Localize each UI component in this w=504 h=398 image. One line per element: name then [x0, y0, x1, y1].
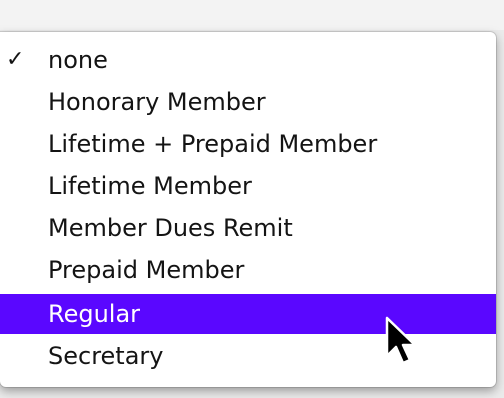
menu-item-regular[interactable]: Regular: [0, 294, 496, 334]
checkmark-icon: ✓: [6, 47, 25, 72]
popup-menu: ✓ none Honorary Member Lifetime + Prepai…: [0, 32, 496, 387]
menu-item-label: Honorary Member: [48, 88, 266, 116]
menu-item-none[interactable]: ✓ none: [0, 40, 496, 80]
background-window: [0, 0, 504, 30]
menu-item-honorary-member[interactable]: Honorary Member: [0, 82, 496, 122]
menu-item-secretary[interactable]: Secretary: [0, 336, 496, 376]
menu-item-label: Lifetime Member: [48, 172, 252, 200]
menu-item-label: Member Dues Remit: [48, 214, 293, 242]
screen: ✓ none Honorary Member Lifetime + Prepai…: [0, 0, 504, 398]
arrow-pointer-icon: [385, 316, 417, 365]
menu-item-lifetime-prepaid-member[interactable]: Lifetime + Prepaid Member: [0, 124, 496, 164]
menu-item-label: none: [48, 46, 108, 74]
menu-item-label: Lifetime + Prepaid Member: [48, 130, 378, 158]
menu-item-member-dues-remit[interactable]: Member Dues Remit: [0, 208, 496, 248]
menu-item-label: Regular: [48, 300, 141, 328]
menu-item-prepaid-member[interactable]: Prepaid Member: [0, 250, 496, 290]
menu-item-label: Prepaid Member: [48, 256, 245, 284]
menu-item-lifetime-member[interactable]: Lifetime Member: [0, 166, 496, 206]
menu-item-label: Secretary: [48, 342, 164, 370]
